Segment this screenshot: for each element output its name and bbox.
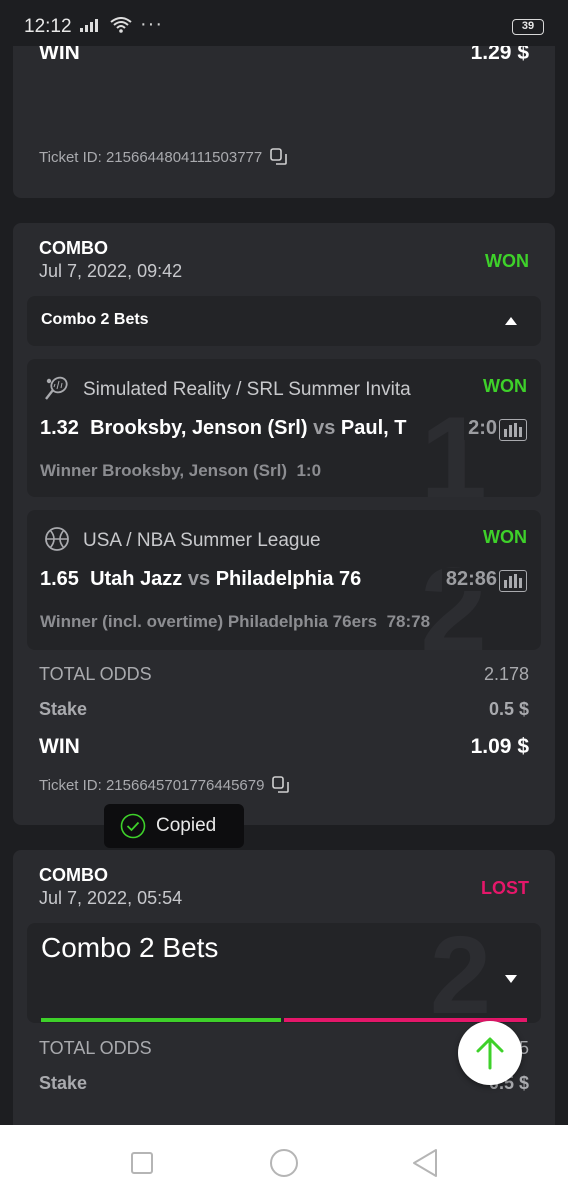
win-row: WIN 1.09 $	[39, 735, 529, 759]
progress-won	[41, 1018, 281, 1022]
arrow-up-icon	[476, 1037, 504, 1070]
leg-odds: 1.32	[40, 417, 79, 439]
leg-number: 1	[420, 392, 487, 497]
signal-icon	[80, 19, 98, 32]
away-team: Philadelphia 76	[215, 568, 362, 590]
ticket-id-text: Ticket ID: 2156644804111503777	[39, 148, 263, 166]
bet-leg-2[interactable]: 2 USA / NBA Summer League WON 1.65 Utah …	[27, 510, 541, 650]
clock: 12:12	[24, 16, 72, 37]
match-line: 1.32 Brooksby, Jenson (Srl) vs Paul, T	[40, 417, 480, 440]
market-result: 1:0	[296, 461, 322, 480]
status-bar: 12:12 ··· 39	[0, 0, 568, 46]
basketball-icon	[45, 527, 69, 551]
market-line: Winner (incl. overtime) Philadelphia 76e…	[40, 612, 430, 632]
leg-odds: 1.65	[40, 568, 79, 590]
total-odds-value: 2.178	[483, 664, 529, 684]
battery-icon: 39	[512, 19, 544, 35]
back-button[interactable]	[411, 1147, 439, 1179]
market-name: Winner (incl. overtime) Philadelphia 76e…	[40, 612, 378, 631]
wifi-icon	[110, 17, 132, 33]
total-odds-label: TOTAL ODDS	[39, 664, 152, 684]
stake-row: Stake 0.5 $	[39, 1073, 529, 1094]
stats-icon[interactable]	[499, 419, 527, 441]
copy-icon[interactable]	[270, 148, 288, 166]
home-team: Utah Jazz	[90, 568, 183, 590]
combo-date: Jul 7, 2022, 09:42	[39, 261, 183, 281]
system-nav-bar	[0, 1125, 568, 1200]
leg-status: WON	[483, 376, 527, 396]
bet-leg-1[interactable]: 1 Simulated Reality / SRL Summer Invita …	[27, 359, 541, 497]
market-line: Winner Brooksby, Jenson (Srl) 1:0	[40, 461, 321, 481]
home-button[interactable]	[268, 1147, 300, 1179]
stake-row: Stake 0.5 $	[39, 699, 529, 720]
match-score: 2:0	[464, 417, 497, 440]
combo-title: COMBO	[39, 238, 108, 258]
away-team: Paul, T	[340, 417, 407, 439]
stats-icon[interactable]	[499, 570, 527, 592]
big-number: 2	[429, 923, 491, 1023]
copied-toast: Copied	[104, 804, 244, 848]
leg-number: 2	[420, 543, 487, 650]
total-odds-label: TOTAL ODDS	[39, 1038, 152, 1058]
win-label: WIN	[39, 735, 80, 758]
ticket-id: Ticket ID: 2156645701776445679	[39, 776, 290, 794]
vs-label: vs	[313, 417, 336, 439]
toast-text: Copied	[156, 815, 217, 836]
screen: 12:12 ··· 39 WIN 1.29 $ Ticket ID: 21566…	[0, 0, 568, 1200]
combo-status: WON	[485, 251, 529, 271]
combo-bets-toggle[interactable]: 2 Combo 2 Bets	[27, 923, 541, 1023]
chevron-up-icon	[505, 317, 517, 325]
market-name: Winner Brooksby, Jenson (Srl)	[40, 461, 288, 480]
stake-label: Stake	[39, 1073, 88, 1093]
total-odds-row: TOTAL ODDS 5	[39, 1038, 529, 1059]
match-score: 82:86	[441, 568, 497, 591]
combo-title: COMBO	[39, 865, 108, 885]
home-team: Brooksby, Jenson (Srl)	[90, 417, 308, 439]
vs-label: vs	[187, 568, 211, 590]
win-value: 1.09 $	[470, 735, 529, 758]
combo-card-lost: COMBO Jul 7, 2022, 05:54 LOST 2 Combo 2 …	[13, 850, 555, 1150]
total-odds-row: TOTAL ODDS 2.178	[39, 664, 529, 685]
combo-date: Jul 7, 2022, 05:54	[39, 888, 183, 908]
market-result: 78:78	[386, 612, 431, 631]
stake-value: 0.5 $	[488, 699, 529, 719]
chevron-down-icon	[505, 975, 517, 983]
ticket-id: Ticket ID: 2156644804111503777	[39, 148, 288, 166]
league-name: USA / NBA Summer League	[83, 530, 321, 551]
combo-bar-label: Combo 2 Bets	[41, 311, 149, 328]
recent-apps-button[interactable]	[130, 1151, 154, 1175]
combo-bar-label: Combo 2 Bets	[41, 932, 219, 963]
stake-label: Stake	[39, 699, 88, 719]
check-circle-icon	[120, 813, 146, 839]
more-icon: ···	[140, 13, 163, 35]
leg-status: WON	[483, 527, 527, 547]
ticket-id-text: Ticket ID: 2156645701776445679	[39, 776, 265, 794]
league-name: Simulated Reality / SRL Summer Invita	[83, 379, 411, 400]
tennis-icon	[45, 376, 68, 400]
match-line: 1.65 Utah Jazz vs Philadelphia 76	[40, 568, 480, 591]
combo-status: LOST	[481, 878, 529, 898]
combo-card-won: COMBO Jul 7, 2022, 09:42 WON Combo 2 Bet…	[13, 223, 555, 825]
scroll-top-button[interactable]	[458, 1021, 522, 1085]
copy-icon[interactable]	[272, 776, 290, 794]
combo-bets-toggle[interactable]: Combo 2 Bets	[27, 296, 541, 346]
